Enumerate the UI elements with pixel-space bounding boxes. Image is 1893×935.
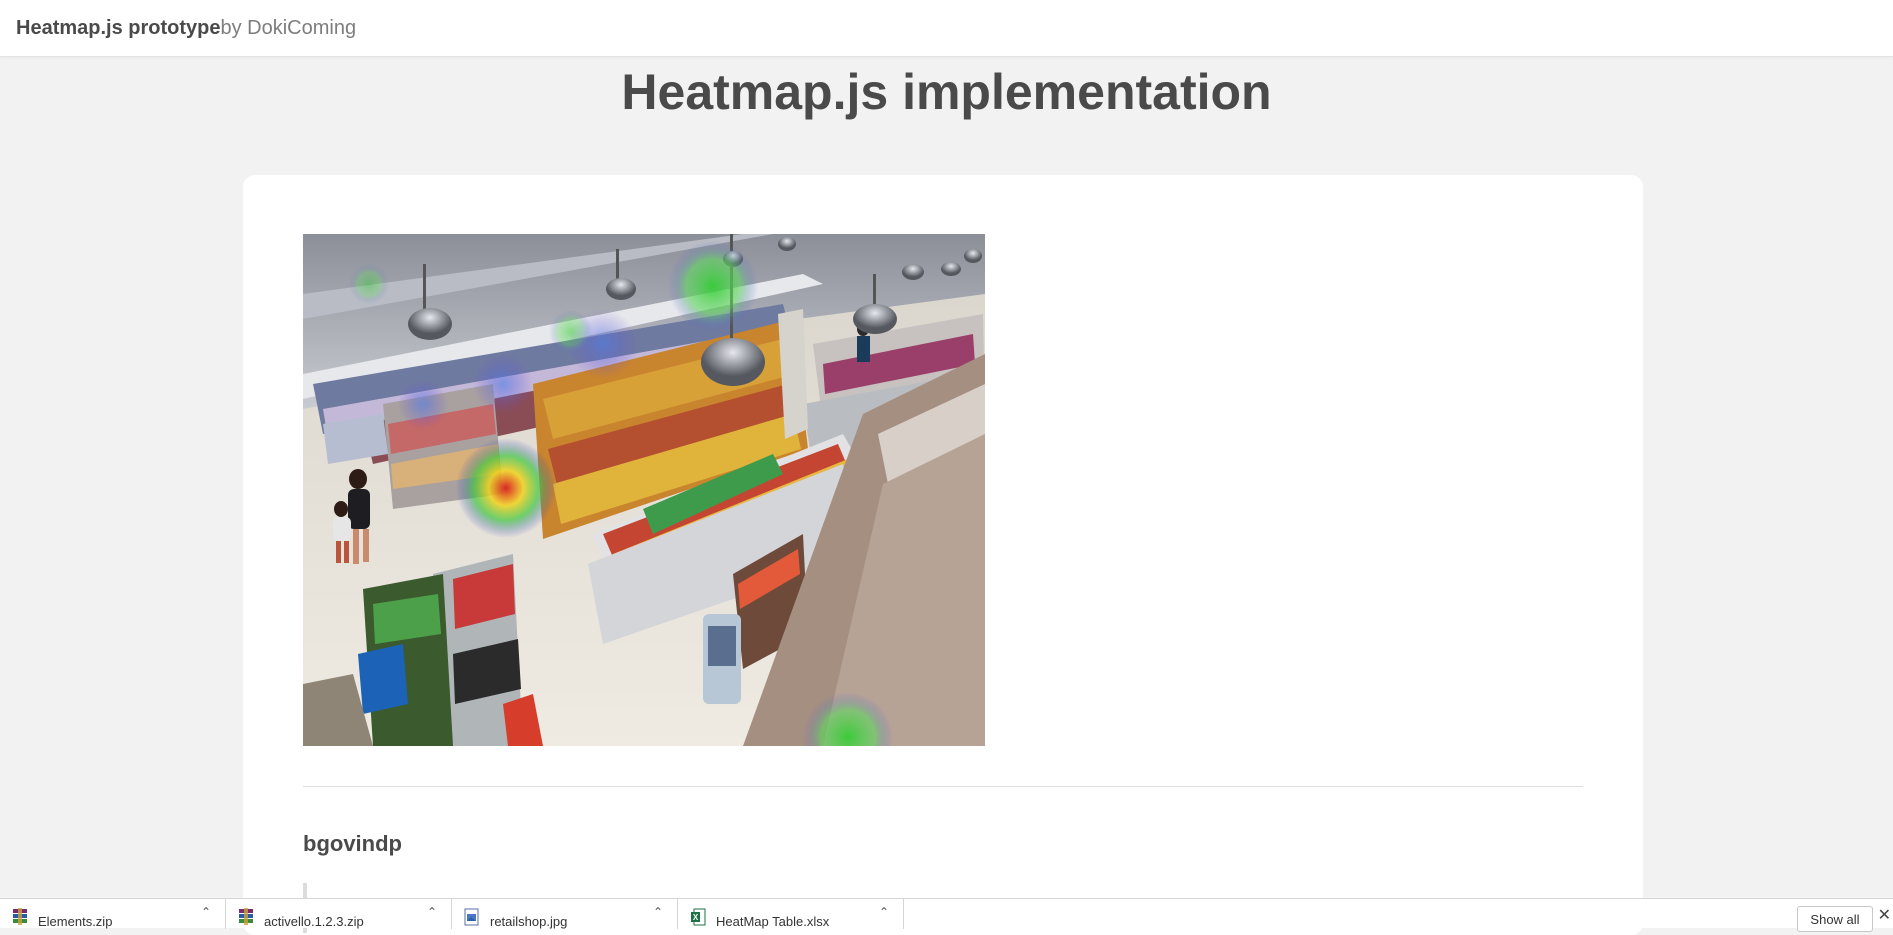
download-filename: HeatMap Table.xlsx: [716, 914, 830, 929]
svg-text:X: X: [693, 913, 699, 922]
content-card: bgovindp: [243, 175, 1643, 935]
top-navbar: Heatmap.js prototype by DokiComing: [0, 0, 1893, 57]
image-file-icon: [464, 908, 480, 926]
brand-byline: by DokiComing: [220, 16, 357, 39]
retail-store-heatmap-image[interactable]: [303, 234, 985, 746]
chevron-up-icon[interactable]: ⌃: [427, 905, 437, 919]
download-filename: activello.1.2.3.zip: [264, 914, 364, 929]
download-item[interactable]: X HeatMap Table.xlsx ⌃: [678, 898, 904, 929]
winrar-archive-icon: [12, 907, 28, 926]
download-item[interactable]: retailshop.jpg ⌃: [452, 898, 678, 929]
author-name: bgovindp: [303, 831, 402, 856]
close-icon[interactable]: ✕: [1878, 905, 1891, 925]
download-filename: Elements.zip: [38, 914, 113, 929]
show-all-downloads-button[interactable]: Show all: [1797, 906, 1873, 932]
download-item[interactable]: Elements.zip ⌃: [0, 898, 226, 929]
brand-title[interactable]: Heatmap.js prototype: [16, 17, 220, 40]
page-title: Heatmap.js implementation: [621, 64, 1272, 120]
download-shelf: Elements.zip ⌃ activello.1.2.3.zip ⌃ ret…: [0, 898, 1893, 932]
download-filename: retailshop.jpg: [490, 914, 568, 929]
download-item[interactable]: activello.1.2.3.zip ⌃: [226, 898, 452, 929]
chevron-up-icon[interactable]: ⌃: [201, 905, 211, 919]
store-photo-illustration: [303, 234, 985, 746]
winrar-archive-icon: [238, 907, 254, 926]
excel-file-icon: X: [690, 908, 706, 926]
chevron-up-icon[interactable]: ⌃: [879, 905, 889, 919]
section-divider: [303, 786, 1583, 787]
chevron-up-icon[interactable]: ⌃: [653, 905, 663, 919]
